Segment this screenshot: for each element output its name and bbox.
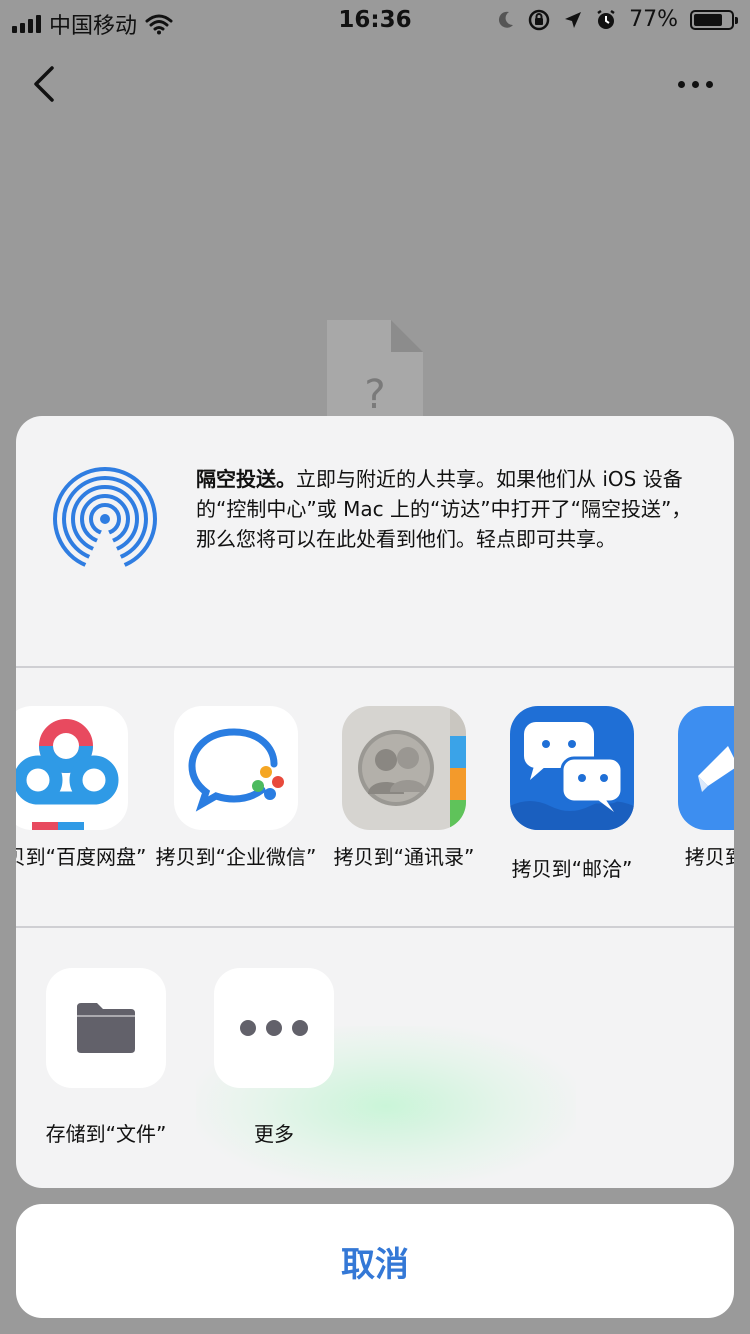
folder-icon — [46, 968, 166, 1088]
app-label: 拷贝到“邮洽” — [511, 857, 633, 881]
chevron-left-icon — [34, 66, 54, 102]
app-label: 拷贝到“云笔 — [684, 845, 734, 869]
app-wecom[interactable]: 拷贝到“企业微信” — [156, 706, 316, 870]
contacts-icon — [342, 706, 466, 830]
wecom-icon — [174, 706, 298, 830]
airdrop-section[interactable]: 隔空投送。立即与附近的人共享。如果他们从 iOS 设备的“控制中心”或 Mac … — [16, 416, 734, 666]
app-contacts[interactable]: 拷贝到“通讯录” — [334, 706, 474, 870]
app-cloud-note[interactable]: 拷贝到“云笔 — [678, 706, 734, 870]
location-icon — [565, 11, 582, 28]
more-options-button[interactable] — [670, 70, 720, 98]
airdrop-description: 隔空投送。立即与附近的人共享。如果他们从 iOS 设备的“控制中心”或 Mac … — [196, 464, 706, 554]
airdrop-title: 隔空投送。 — [196, 467, 296, 491]
alarm-icon — [597, 9, 615, 29]
more-button[interactable]: 更多 — [214, 968, 334, 1147]
youqia-icon — [510, 706, 634, 830]
battery-fill — [694, 13, 722, 26]
app-youqia[interactable]: 拷贝到“邮洽” — [510, 706, 634, 882]
back-button[interactable] — [28, 62, 68, 106]
app-label: 拷贝到“企业微信” — [155, 845, 317, 869]
action-row: 存储到“文件” 更多 — [16, 928, 734, 1188]
status-bar: 中国移动 16:36 77% — [0, 0, 750, 40]
dot — [677, 80, 685, 88]
battery-icon — [690, 9, 738, 30]
save-to-files-button[interactable]: 存储到“文件” — [46, 968, 166, 1147]
cloud-note-icon — [678, 706, 734, 830]
share-sheet: 隔空投送。立即与附近的人共享。如果他们从 iOS 设备的“控制中心”或 Mac … — [16, 416, 734, 1188]
app-baidu-netdisk[interactable]: 拷贝到“百度网盘” — [16, 706, 146, 870]
moon-icon — [499, 11, 514, 28]
app-share-row: 拷贝到“百度网盘” 拷贝到“企业微信” — [16, 668, 734, 926]
airdrop-icon — [52, 466, 158, 572]
action-label: 更多 — [254, 1122, 294, 1146]
cancel-button[interactable]: 取消 — [16, 1204, 734, 1318]
app-label: 拷贝到“百度网盘” — [16, 845, 147, 869]
dot — [691, 80, 699, 88]
dot — [705, 80, 713, 88]
more-icon — [214, 968, 334, 1088]
svg-text:?: ? — [364, 372, 385, 418]
status-right: 77% — [497, 7, 738, 32]
rotation-lock-icon — [528, 9, 550, 30]
app-label: 拷贝到“通讯录” — [333, 845, 475, 869]
baidu-netdisk-icon — [16, 706, 128, 830]
battery-percent: 77% — [629, 7, 678, 32]
